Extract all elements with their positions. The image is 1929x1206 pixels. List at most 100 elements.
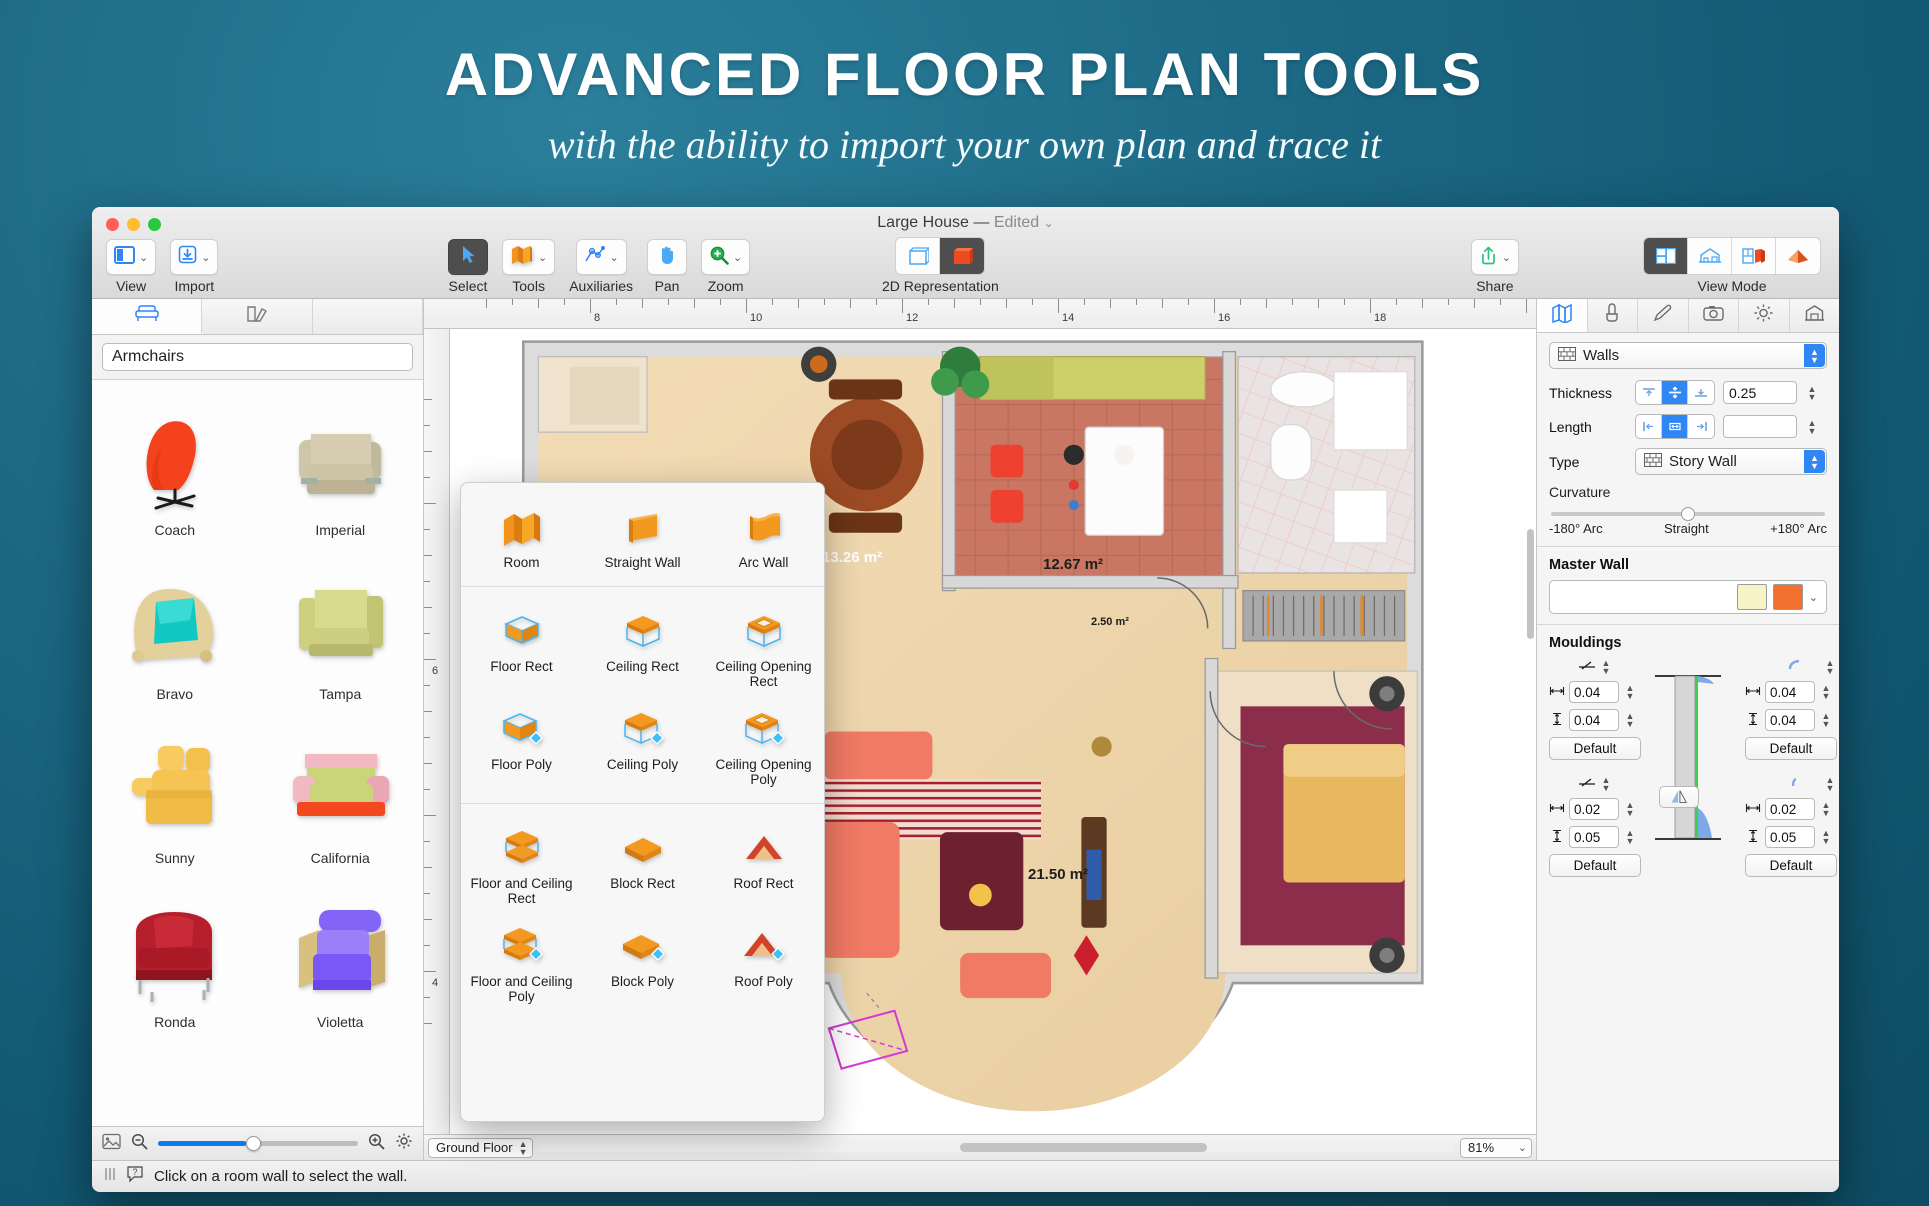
upper-right-height-input[interactable] — [1765, 709, 1815, 731]
tool-ceiling-poly[interactable]: Ceiling Poly — [582, 699, 703, 797]
list-item[interactable]: Sunny — [92, 708, 258, 872]
outline-box-icon[interactable] — [896, 238, 941, 274]
list-item[interactable]: Bravo — [92, 544, 258, 708]
chevron-down-icon[interactable]: ⌄ — [1518, 1141, 1527, 1154]
thickness-stepper[interactable]: ▲ ▼ — [1805, 384, 1819, 401]
list-item[interactable]: Violetta — [258, 872, 424, 1036]
zoom-level-selector[interactable]: 81% ⌄ — [1460, 1137, 1532, 1158]
align-top-icon[interactable] — [1636, 381, 1662, 404]
lower-left-width-input[interactable] — [1569, 798, 1619, 820]
representation-segmented[interactable] — [895, 237, 986, 275]
toolbar-view-item[interactable]: ⌄ View — [106, 239, 157, 294]
upper-right-height-stepper[interactable]: ▲ ▼ — [1819, 712, 1833, 729]
upper-left-height-input[interactable] — [1569, 709, 1619, 731]
thickness-input[interactable] — [1723, 381, 1797, 404]
search-input[interactable] — [102, 343, 413, 371]
pan-button[interactable] — [647, 239, 688, 275]
profile-stepper[interactable]: ▲ ▼ — [1823, 775, 1837, 792]
lower-right-default-button[interactable]: Default — [1745, 854, 1837, 877]
curvature-slider-knob[interactable] — [1681, 507, 1695, 521]
profile-stepper[interactable]: ▲ ▼ — [1599, 775, 1613, 792]
tool-straight-wall[interactable]: Straight Wall — [582, 497, 703, 580]
select-button[interactable] — [448, 239, 488, 275]
lower-right-height-input[interactable] — [1765, 826, 1815, 848]
slider-knob[interactable] — [246, 1136, 261, 1151]
tool-arc-wall[interactable]: Arc Wall — [703, 497, 824, 580]
library-tab-furniture[interactable] — [92, 299, 203, 334]
align-right-icon[interactable] — [1688, 415, 1714, 438]
zoom-button[interactable]: ⌄ — [701, 239, 751, 275]
image-preview-icon[interactable] — [102, 1133, 121, 1155]
align-middle-icon[interactable] — [1662, 415, 1688, 438]
toolbar-zoom-item[interactable]: ⌄ Zoom — [701, 239, 751, 294]
align-left-icon[interactable] — [1636, 415, 1662, 438]
library-tab-materials[interactable] — [202, 299, 313, 334]
chevron-down-icon[interactable]: ⌄ — [538, 251, 547, 264]
length-input[interactable] — [1723, 415, 1797, 438]
chevron-down-icon[interactable]: ⌄ — [1502, 251, 1511, 264]
chevron-down-icon[interactable]: ⌄ — [201, 251, 210, 264]
tool-floor-ceiling-poly[interactable]: Floor and Ceiling Poly — [461, 916, 582, 1014]
lower-right-width-input[interactable] — [1765, 798, 1815, 820]
title-chevron-down-icon[interactable]: ⌄ — [1044, 216, 1054, 230]
share-item[interactable]: ⌄ Share — [1470, 239, 1519, 294]
profile-selector-row-right[interactable]: ▲ ▼ — [1745, 658, 1837, 675]
chevron-down-icon[interactable]: ⌄ — [139, 251, 148, 264]
profile-selector-row-right-lower[interactable]: ▲ ▼ — [1745, 775, 1837, 792]
inspector-tab-light[interactable] — [1739, 299, 1790, 332]
representation-item[interactable]: 2D Representation — [882, 237, 999, 294]
length-stepper[interactable]: ▲ ▼ — [1805, 418, 1819, 435]
lower-left-height-stepper[interactable]: ▲ ▼ — [1623, 829, 1637, 846]
profile-stepper[interactable]: ▲ ▼ — [1823, 658, 1837, 675]
canvas-vertical-scrollbar[interactable] — [1527, 529, 1534, 639]
align-bottom-icon[interactable] — [1688, 381, 1714, 404]
viewmode-segmented[interactable] — [1643, 237, 1821, 275]
lower-right-width-stepper[interactable]: ▲ ▼ — [1819, 801, 1833, 818]
lower-right-height-stepper[interactable]: ▲ ▼ — [1819, 829, 1833, 846]
thickness-alignment-segmented[interactable] — [1635, 380, 1715, 405]
tool-ceiling-opening-poly[interactable]: Ceiling Opening Poly — [703, 699, 824, 797]
toolbar-select-item[interactable]: Select — [448, 239, 488, 294]
inspector-tab-building[interactable] — [1790, 299, 1840, 332]
upper-right-width-stepper[interactable]: ▲ ▼ — [1819, 684, 1833, 701]
floorplan-2d-icon[interactable] — [1644, 238, 1688, 274]
inspector-tab-camera[interactable] — [1689, 299, 1739, 332]
profile-stepper[interactable]: ▲ ▼ — [1599, 658, 1613, 675]
lower-left-height-input[interactable] — [1569, 826, 1619, 848]
lower-left-width-stepper[interactable]: ▲ ▼ — [1623, 801, 1637, 818]
tool-roof-rect[interactable]: Roof Rect — [703, 818, 824, 916]
profile-selector-row[interactable]: ▲ ▼ — [1549, 658, 1641, 675]
upper-left-width-input[interactable] — [1569, 681, 1619, 703]
inspector-tab-draw[interactable] — [1638, 299, 1689, 332]
popup-stepper-icon[interactable]: ▲ ▼ — [1804, 450, 1825, 473]
inspector-tab-materials[interactable] — [1588, 299, 1638, 332]
tool-floor-rect[interactable]: Floor Rect — [461, 601, 582, 699]
viewmode-item[interactable]: View Mode — [1643, 237, 1821, 294]
tool-roof-poly[interactable]: Roof Poly — [703, 916, 824, 1014]
elevation-icon[interactable] — [1688, 238, 1732, 274]
canvas-horizontal-scrollbar[interactable] — [538, 1143, 1454, 1152]
resize-grip-icon[interactable] — [104, 1166, 116, 1187]
upper-left-default-button[interactable]: Default — [1549, 737, 1641, 760]
zoom-in-icon[interactable] — [368, 1133, 385, 1155]
tools-popover[interactable]: Room Straight Wall Arc Wall Floor Rect C… — [460, 482, 825, 1122]
profile-selector-row-lower[interactable]: ▲ ▼ — [1549, 775, 1641, 792]
library-tab-third[interactable] — [313, 299, 423, 334]
tools-button[interactable]: ⌄ — [502, 239, 556, 275]
toolbar-import-item[interactable]: ⌄ Import — [170, 239, 219, 294]
toolbar-auxiliaries-item[interactable]: ⌄ Auxiliaries — [569, 239, 633, 294]
solid-red-box-icon[interactable] — [940, 238, 985, 274]
chevron-down-icon[interactable]: ⌄ — [733, 251, 742, 264]
library-grid[interactable]: Coach Imperial Bravo Tampa Sunny Califor… — [92, 380, 423, 1126]
upper-left-height-stepper[interactable]: ▲ ▼ — [1623, 712, 1637, 729]
chevron-down-icon[interactable]: ⌄ — [1809, 591, 1818, 604]
toolbar-tools-item[interactable]: ⌄ Tools — [502, 239, 556, 294]
upper-left-width-stepper[interactable]: ▲ ▼ — [1623, 684, 1637, 701]
tool-floor-poly[interactable]: Floor Poly — [461, 699, 582, 797]
list-item[interactable]: Coach — [92, 380, 258, 544]
master-wall-swatch-2[interactable] — [1772, 584, 1803, 610]
help-question-icon[interactable]: ? — [126, 1165, 144, 1188]
floor-selector[interactable]: Ground Floor ▲ ▼ — [428, 1137, 533, 1158]
tool-block-rect[interactable]: Block Rect — [582, 818, 703, 916]
tool-floor-ceiling-rect[interactable]: Floor and Ceiling Rect — [461, 818, 582, 916]
